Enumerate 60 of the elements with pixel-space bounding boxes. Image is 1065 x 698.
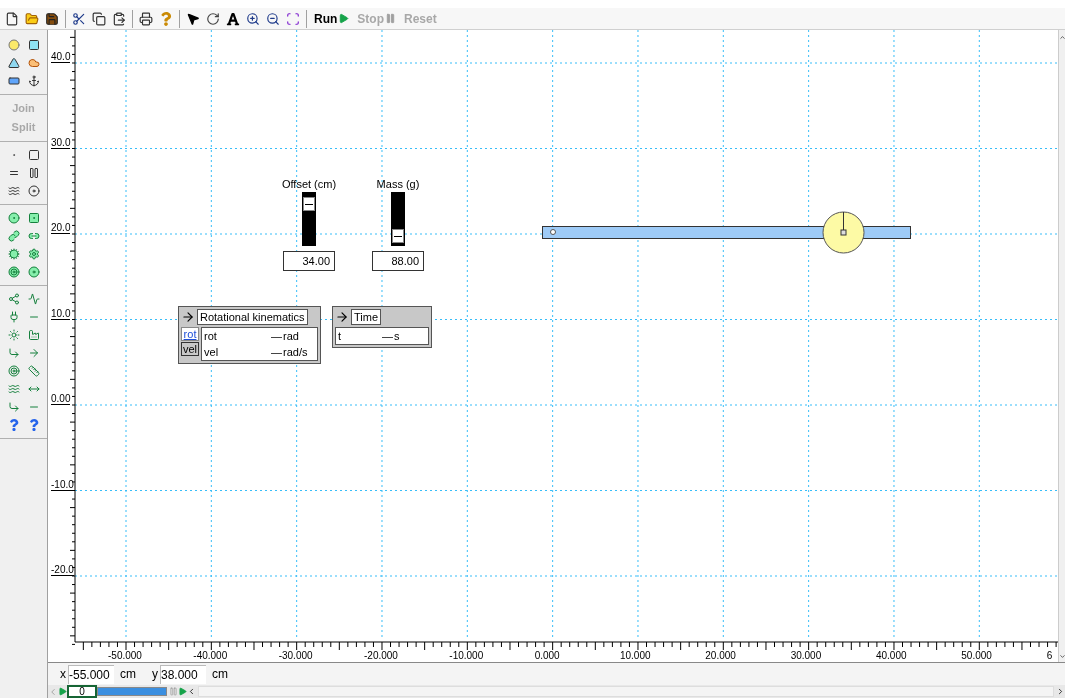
ruler-label: -30.000 <box>278 651 313 661</box>
slider-track[interactable] <box>302 192 316 246</box>
ruler-label: 30.0 <box>51 137 71 149</box>
play-icon[interactable] <box>58 687 67 696</box>
pause-icon <box>385 13 396 24</box>
variable-name: rot <box>204 329 218 344</box>
scroll-left-icon[interactable] <box>187 687 196 696</box>
coordinate-label: y <box>152 666 158 683</box>
variable-name: vel <box>204 345 220 360</box>
ruler-label: -10.0 <box>51 479 74 491</box>
play-icon <box>338 13 350 24</box>
meter-tab[interactable]: rot <box>181 327 200 341</box>
slider-thumb[interactable] <box>392 228 404 243</box>
ruler-label: -40.000 <box>193 651 228 661</box>
ruler-label: 40.000 <box>875 651 907 661</box>
arrow-icon <box>335 310 349 324</box>
variable-value: — <box>271 345 283 360</box>
ruler-label: -20.0 <box>51 565 74 576</box>
variable-unit: s <box>394 329 401 344</box>
disc-body <box>822 211 865 254</box>
ruler-label: 20.000 <box>705 651 736 661</box>
variable-unit: rad <box>283 329 300 344</box>
frame-field[interactable]: 0 <box>67 685 97 698</box>
ruler-label: 50.000 <box>961 651 992 661</box>
variable-name: t <box>338 329 343 344</box>
slider-label: Offset (cm) <box>281 177 337 191</box>
arrow-icon <box>181 310 195 324</box>
variable-unit: rad/s <box>283 345 309 360</box>
meter-title: Time <box>351 309 382 325</box>
ruler-label: 6 <box>1046 651 1053 661</box>
slider-label: Mass (g) <box>376 177 420 191</box>
slider-value-field[interactable]: 88.00 <box>372 251 424 271</box>
unit-label: cm <box>212 666 228 683</box>
unit-label: cm <box>120 666 136 683</box>
scroll-right-icon[interactable] <box>1056 687 1065 696</box>
ruler-label: 40.0 <box>51 52 71 63</box>
ruler-label: 0.00 <box>51 394 71 405</box>
slider-value-field[interactable]: 34.00 <box>283 251 335 271</box>
scroll-up-icon <box>1058 34 1065 41</box>
ruler-label: 30.000 <box>790 651 822 661</box>
meter-tab[interactable]: vel <box>181 342 200 356</box>
variable-value: — <box>382 329 394 344</box>
ruler-label: 20.0 <box>51 223 71 234</box>
toolbar-action-button[interactable]: Run <box>310 8 354 29</box>
coordinate-field[interactable]: -55.000 <box>68 664 114 684</box>
ruler-label: 0.000 <box>534 651 560 661</box>
ruler-label: -20.000 <box>364 651 398 661</box>
ruler-label: -10.000 <box>449 651 484 661</box>
pivot-point-icon <box>550 229 556 235</box>
slider-track[interactable] <box>391 192 405 246</box>
ruler-label: -50.000 <box>108 651 142 661</box>
ruler-label: 10.0 <box>51 308 71 320</box>
scroll-down-icon <box>1058 653 1065 660</box>
coordinate-label: x <box>60 666 66 683</box>
variable-value: — <box>271 329 283 344</box>
meter-title: Rotational kinematics <box>197 309 308 325</box>
coordinate-field[interactable]: 38.000 <box>160 664 206 684</box>
slider-thumb[interactable] <box>303 196 315 211</box>
vertical-scrollbar[interactable] <box>1058 30 1065 662</box>
ruler-label: 10.000 <box>619 651 651 661</box>
